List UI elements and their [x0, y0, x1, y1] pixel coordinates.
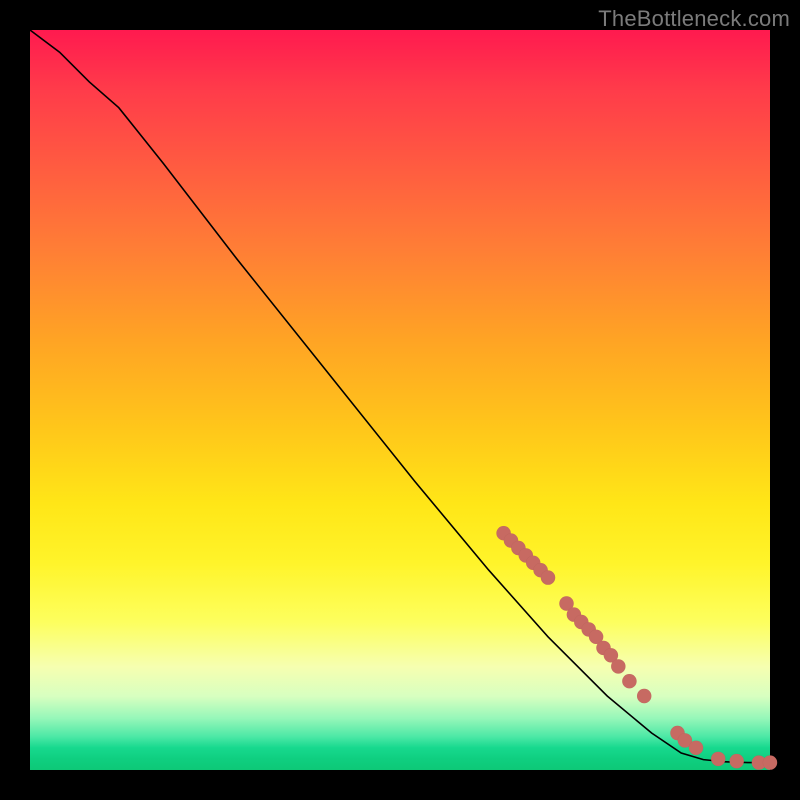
- data-point: [637, 689, 651, 703]
- data-point: [730, 754, 744, 768]
- marker-group: [496, 526, 777, 770]
- plot-area: [30, 30, 770, 770]
- bottleneck-curve: [30, 30, 770, 763]
- data-point: [689, 741, 703, 755]
- chart-frame: TheBottleneck.com: [0, 0, 800, 800]
- data-point: [611, 659, 625, 673]
- data-point: [711, 752, 725, 766]
- chart-overlay: [30, 30, 770, 770]
- data-point: [541, 570, 555, 584]
- data-point: [763, 755, 777, 769]
- data-point: [622, 674, 636, 688]
- watermark-text: TheBottleneck.com: [598, 6, 790, 32]
